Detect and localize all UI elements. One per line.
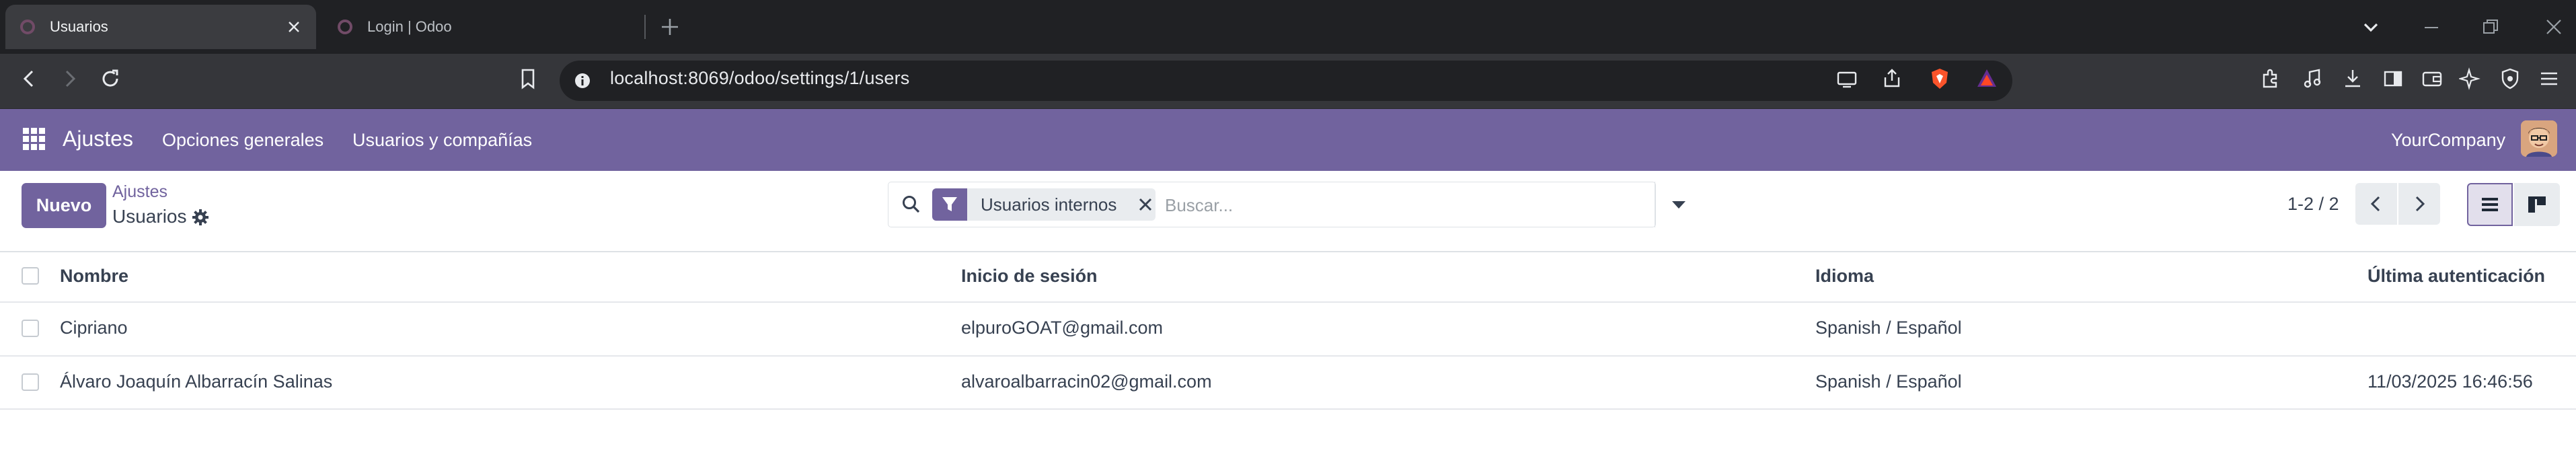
menu-opciones-generales[interactable]: Opciones generales (162, 130, 324, 151)
facet-label: Usuarios internos (981, 194, 1117, 215)
site-info-icon[interactable] (573, 71, 592, 90)
table-row[interactable] (0, 303, 2576, 355)
forward-icon[interactable] (58, 67, 82, 91)
wallet-icon[interactable] (2420, 67, 2444, 91)
select-all-checkbox[interactable] (22, 267, 39, 285)
cell-name: Álvaro Joaquín Albarracín Salinas (60, 371, 333, 392)
new-tab-icon[interactable] (658, 15, 682, 39)
app-name[interactable]: Ajustes (63, 126, 133, 151)
pager-next-button[interactable] (2398, 183, 2440, 225)
download-icon[interactable] (2341, 67, 2365, 91)
app-menu-grid-icon[interactable] (23, 128, 46, 151)
cell-language: Spanish / Español (1815, 371, 1962, 392)
new-record-button[interactable]: Nuevo (22, 183, 106, 228)
cell-login: elpuroGOAT@gmail.com (961, 318, 1163, 338)
search-icon[interactable] (901, 194, 922, 215)
search-options-toggle-icon[interactable] (1671, 199, 1687, 210)
close-tab-icon[interactable] (287, 20, 301, 34)
list-view-button[interactable] (2467, 183, 2513, 226)
tab-search-chevron-icon[interactable] (2361, 17, 2381, 38)
brave-rewards-icon[interactable] (1975, 67, 1999, 91)
breadcrumb-parent[interactable]: Ajustes (112, 182, 167, 202)
pager-previous-button[interactable] (2355, 183, 2397, 225)
browser-tab-login[interactable]: Login | Odoo (323, 5, 639, 49)
browser-menu-icon[interactable] (2537, 67, 2561, 91)
tab-title: Usuarios (50, 18, 108, 35)
cell-name: Cipriano (60, 318, 128, 338)
kanban-view-button[interactable] (2514, 183, 2560, 226)
row-checkbox[interactable] (22, 373, 39, 391)
reload-icon[interactable] (98, 67, 122, 91)
company-switcher[interactable]: YourCompany (2391, 130, 2505, 151)
close-window-icon[interactable] (2544, 17, 2563, 36)
sidebar-icon[interactable] (2381, 67, 2405, 91)
cell-last-auth: 11/03/2025 16:46:56 (2367, 371, 2533, 392)
row-divider (0, 408, 2576, 410)
search-facet: Usuarios internos (967, 188, 1156, 221)
pager-value[interactable]: 1-2 / 2 (2287, 194, 2339, 215)
odoo-favicon-icon (20, 20, 35, 34)
column-header-inicio-de-sesion[interactable]: Inicio de sesión (961, 266, 1098, 287)
menu-usuarios-y-companias[interactable]: Usuarios y compañías (352, 130, 532, 151)
restore-window-icon[interactable] (2481, 17, 2500, 36)
vpn-shield-icon[interactable] (2498, 67, 2522, 91)
cell-login: alvaroalbarracin02@gmail.com (961, 371, 1212, 392)
search-input[interactable] (1164, 192, 1634, 219)
column-header-idioma[interactable]: Idioma (1815, 266, 1874, 287)
table-row[interactable] (0, 357, 2576, 409)
leo-ai-icon[interactable] (2459, 67, 2483, 91)
odoo-favicon-icon (338, 20, 352, 34)
column-header-nombre[interactable]: Nombre (60, 266, 128, 287)
back-icon[interactable] (17, 67, 42, 91)
filter-icon (932, 188, 967, 221)
column-header-ultima-autenticacion[interactable]: Última autenticación (2367, 266, 2545, 287)
extensions-icon[interactable] (2259, 67, 2283, 91)
row-checkbox[interactable] (22, 320, 39, 337)
tab-title: Login | Odoo (367, 18, 452, 35)
gear-icon[interactable] (192, 209, 209, 226)
share-icon[interactable] (1880, 67, 1904, 91)
brave-shields-icon[interactable] (1928, 67, 1952, 91)
remove-facet-icon[interactable] (1138, 197, 1153, 212)
browser-tab-usuarios[interactable]: Usuarios (5, 5, 316, 49)
tab-separator (644, 15, 646, 39)
bookmark-icon[interactable] (517, 67, 539, 91)
user-avatar[interactable] (2521, 120, 2557, 157)
media-icon[interactable] (2300, 67, 2324, 91)
url-text: localhost:8069/odoo/settings/1/users (610, 68, 910, 88)
cell-language: Spanish / Español (1815, 318, 1962, 338)
table-header-row (0, 252, 2576, 302)
minimize-window-icon[interactable] (2423, 19, 2440, 36)
breadcrumb-current: Usuarios (112, 206, 187, 227)
cast-icon[interactable] (1835, 67, 1859, 91)
